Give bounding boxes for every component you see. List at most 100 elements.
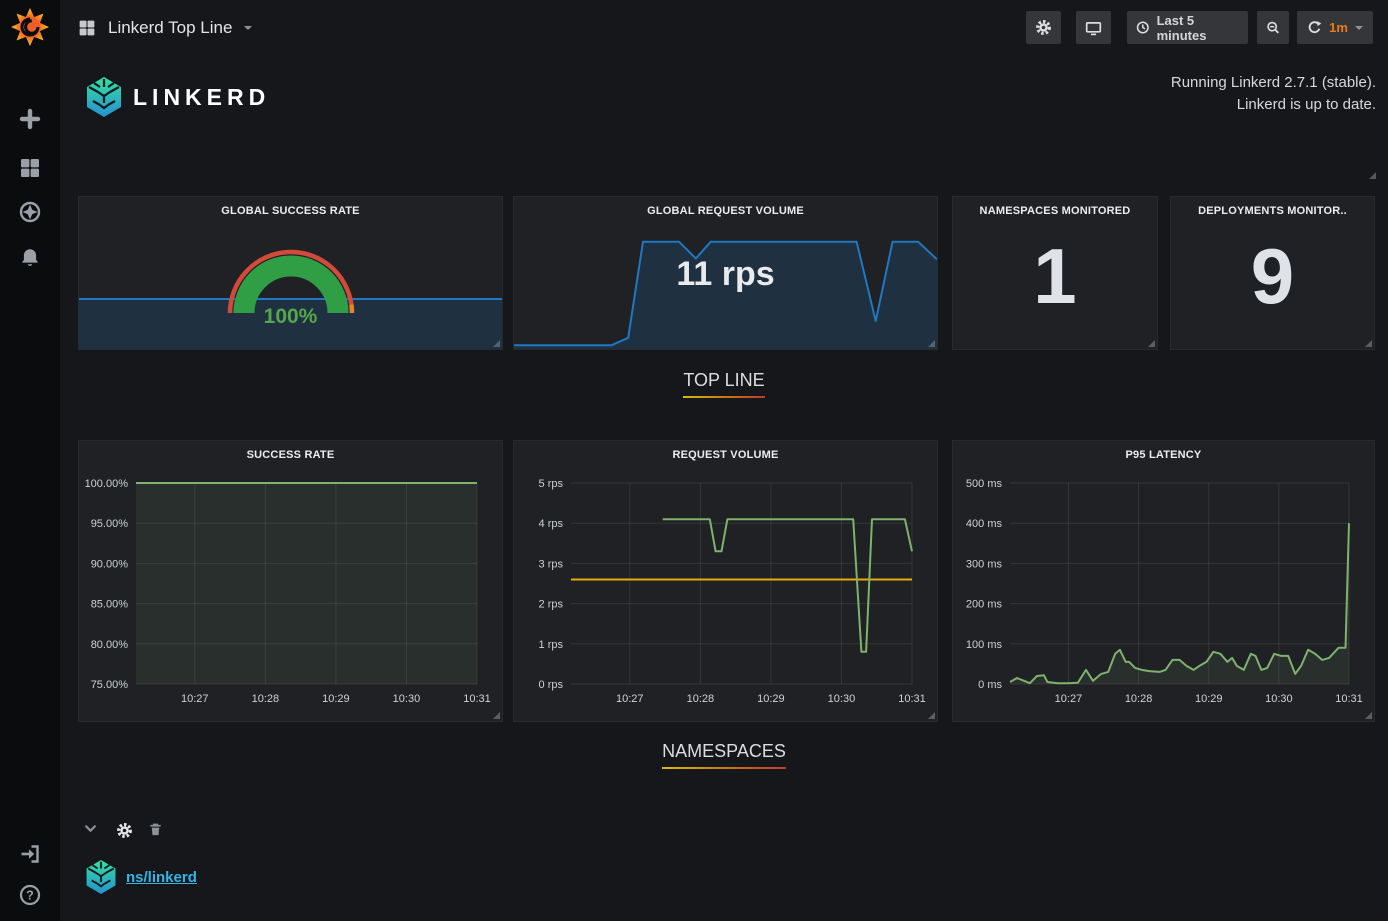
refresh-interval-label: 1m: [1329, 20, 1348, 35]
panel-resize-handle[interactable]: [928, 712, 935, 719]
svg-text:5 rps: 5 rps: [539, 478, 564, 490]
version-line-2: Linkerd is up to date.: [1171, 94, 1376, 116]
sidebar: ?: [0, 0, 60, 921]
panel-resize-handle[interactable]: [1369, 172, 1376, 179]
linkerd-brand: LINKERD: [84, 75, 270, 119]
linkerd-wordmark: LINKERD: [133, 84, 270, 111]
dashboard-title: Linkerd Top Line: [108, 18, 232, 38]
panel-title[interactable]: NAMESPACES MONITORED: [953, 205, 1157, 217]
refresh-picker-button[interactable]: 1m: [1297, 11, 1373, 44]
dashboard-title-menu[interactable]: Linkerd Top Line: [78, 0, 252, 55]
dashboards-icon[interactable]: [19, 157, 41, 179]
row-title: TOP LINE: [669, 370, 778, 398]
refresh-caret-down-icon: [1355, 26, 1363, 30]
panel-p95-latency-chart: P95 LATENCY 0 ms 100 ms 200 ms 300 ms 400 ms…: [952, 440, 1375, 722]
svg-text:?: ?: [26, 889, 34, 903]
panel-resize-handle[interactable]: [493, 712, 500, 719]
svg-text:80.00%: 80.00%: [91, 639, 129, 651]
time-range-picker-button[interactable]: Last 5 minutes: [1127, 11, 1248, 44]
grafana-logo[interactable]: [10, 7, 50, 47]
row-delete-trash-icon[interactable]: [148, 822, 165, 839]
svg-text:10:29: 10:29: [757, 693, 785, 705]
panel-title[interactable]: REQUEST VOLUME: [514, 449, 937, 461]
cycle-view-mode-button[interactable]: [1076, 11, 1111, 44]
panel-global-success-rate: GLOBAL SUCCESS RATE 100%: [78, 196, 503, 350]
panel-title[interactable]: DEPLOYMENTS MONITOR..: [1171, 205, 1374, 217]
gauge-value: 100%: [79, 305, 502, 329]
svg-text:10:30: 10:30: [828, 693, 856, 705]
svg-text:10:27: 10:27: [1055, 693, 1083, 705]
panel-resize-handle[interactable]: [1148, 340, 1155, 347]
linkerd-logo: [84, 75, 124, 119]
alerting-bell-icon[interactable]: [19, 247, 41, 269]
svg-text:200 ms: 200 ms: [966, 599, 1003, 611]
create-plus-icon[interactable]: [19, 108, 41, 130]
grafana-dashboard: ? Linkerd Top Line: [0, 0, 1388, 921]
svg-text:100.00%: 100.00%: [85, 478, 129, 490]
svg-text:95.00%: 95.00%: [91, 518, 129, 530]
panel-global-request-volume: GLOBAL REQUEST VOLUME 11 rps: [513, 196, 938, 350]
svg-text:3 rps: 3 rps: [539, 558, 564, 570]
panel-deployments-monitored: DEPLOYMENTS MONITOR.. 9: [1170, 196, 1375, 350]
panel-title[interactable]: GLOBAL REQUEST VOLUME: [514, 205, 937, 217]
navbar: Linkerd Top Line Last 5 minutes: [60, 0, 1388, 55]
svg-text:0 rps: 0 rps: [539, 679, 564, 691]
svg-text:10:27: 10:27: [181, 693, 209, 705]
gear-icon: [1035, 19, 1052, 36]
row-header-top-line[interactable]: TOP LINE: [60, 370, 1388, 398]
collapse-chevron-down-icon[interactable]: [84, 822, 101, 839]
tv-monitor-icon: [1085, 19, 1102, 37]
row-settings-gear-icon[interactable]: [116, 822, 133, 839]
panel-title[interactable]: GLOBAL SUCCESS RATE: [79, 205, 502, 217]
help-icon[interactable]: ?: [19, 884, 41, 906]
svg-text:500 ms: 500 ms: [966, 478, 1003, 490]
svg-text:10:28: 10:28: [1125, 693, 1153, 705]
version-line-1: Running Linkerd 2.7.1 (stable).: [1171, 72, 1376, 94]
panel-title[interactable]: SUCCESS RATE: [79, 449, 502, 461]
panel-resize-handle[interactable]: [1365, 712, 1372, 719]
svg-text:10:31: 10:31: [898, 693, 926, 705]
svg-text:10:27: 10:27: [616, 693, 644, 705]
refresh-icon: [1307, 20, 1322, 35]
svg-text:400 ms: 400 ms: [966, 518, 1003, 530]
svg-text:10:31: 10:31: [1335, 693, 1363, 705]
svg-text:1 rps: 1 rps: [539, 639, 564, 651]
sign-in-icon[interactable]: [19, 843, 41, 865]
namespaces-row-controls: [84, 822, 165, 839]
dashboard-grid-icon: [78, 19, 96, 37]
svg-text:10:28: 10:28: [252, 693, 280, 705]
row-header-namespaces[interactable]: NAMESPACES: [60, 741, 1388, 769]
linkerd-version-text: Running Linkerd 2.7.1 (stable). Linkerd …: [1171, 72, 1376, 116]
explore-compass-icon[interactable]: [19, 201, 41, 223]
svg-text:10:30: 10:30: [393, 693, 421, 705]
panel-namespaces-monitored: NAMESPACES MONITORED 1: [952, 196, 1158, 350]
svg-text:300 ms: 300 ms: [966, 558, 1003, 570]
svg-text:10:29: 10:29: [1195, 693, 1223, 705]
time-range-label: Last 5 minutes: [1157, 13, 1239, 43]
svg-text:4 rps: 4 rps: [539, 518, 564, 530]
zoom-out-icon: [1266, 19, 1280, 36]
stat-value: 1: [953, 231, 1157, 322]
stat-value: 9: [1171, 231, 1374, 322]
svg-text:2 rps: 2 rps: [539, 599, 564, 611]
success-rate-chart[interactable]: 75.00%80.00%85.00%90.00%95.00%100.00%10:…: [79, 441, 502, 721]
namespace-link[interactable]: ns/linkerd: [126, 869, 197, 886]
dashboard-settings-button[interactable]: [1026, 11, 1061, 44]
svg-text:85.00%: 85.00%: [91, 599, 129, 611]
svg-text:10:28: 10:28: [687, 693, 715, 705]
svg-text:75.00%: 75.00%: [91, 679, 129, 691]
p95-latency-chart[interactable]: 0 ms 100 ms 200 ms 300 ms 400 ms 500 ms 10:27 1…: [953, 441, 1374, 721]
panel-resize-handle[interactable]: [1365, 340, 1372, 347]
svg-text:10:30: 10:30: [1265, 693, 1293, 705]
panel-success-rate-chart: SUCCESS RATE 75.00%80.00%85.00%90.00%95.…: [78, 440, 503, 722]
namespace-list-item: ns/linkerd: [84, 858, 197, 896]
svg-text:0 ms: 0 ms: [978, 679, 1002, 691]
singlestat-value: 11 rps: [514, 255, 937, 294]
clock-icon: [1136, 20, 1150, 35]
zoom-out-time-button[interactable]: [1257, 11, 1289, 44]
svg-text:100 ms: 100 ms: [966, 639, 1003, 651]
row-title: NAMESPACES: [648, 741, 800, 769]
panel-title[interactable]: P95 LATENCY: [953, 449, 1374, 461]
request-volume-chart[interactable]: 0 rps 1 rps 2 rps 3 rps 4 rps 5 rps 10:27 10:28…: [514, 441, 937, 721]
linkerd-logo-small: [84, 858, 118, 896]
